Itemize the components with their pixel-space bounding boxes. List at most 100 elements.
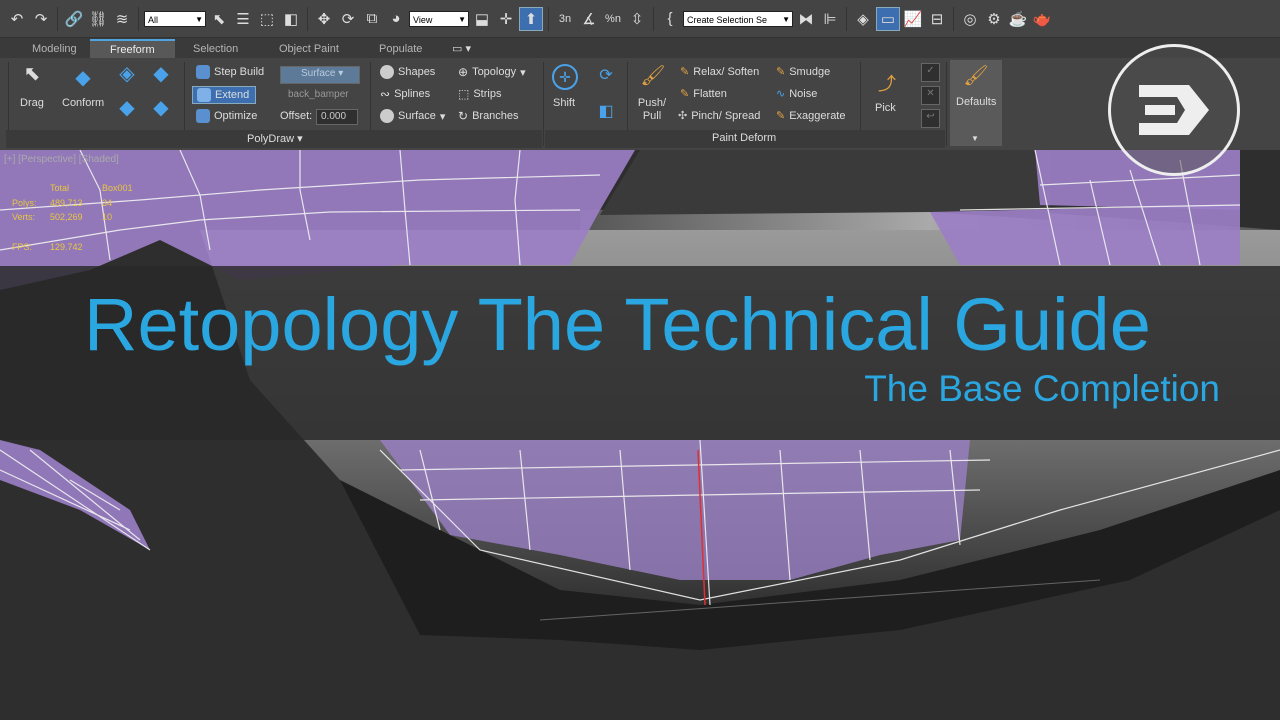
tab-modeling[interactable]: Modeling: [32, 40, 77, 58]
undo-icon[interactable]: ↶: [6, 8, 28, 30]
pinch-spread-button[interactable]: ✣ Pinch/ Spread: [678, 109, 760, 123]
window-crossing-icon[interactable]: ◧: [280, 8, 302, 30]
surface-button[interactable]: Surface ▾: [380, 109, 445, 123]
percent-snap-icon[interactable]: %n: [602, 8, 624, 30]
noise-button[interactable]: ∿ Noise: [776, 87, 817, 101]
stats-fps-value: 129.742: [50, 242, 83, 252]
video-subtitle: The Base Completion: [864, 368, 1220, 409]
curve-editor-icon[interactable]: 📈: [902, 8, 924, 30]
rendered-frame-icon[interactable]: ☕: [1007, 8, 1029, 30]
move-icon[interactable]: ✥: [313, 8, 335, 30]
align-icon[interactable]: ⊫: [819, 8, 841, 30]
shift-icon[interactable]: ✛: [552, 64, 578, 90]
schematic-view-icon[interactable]: ⊟: [926, 8, 948, 30]
drag-button[interactable]: Drag: [20, 97, 44, 109]
shapes-button[interactable]: Shapes: [380, 65, 435, 79]
link-icon[interactable]: 🔗: [63, 8, 85, 30]
surface-dropdown[interactable]: Surface ▾: [280, 66, 360, 84]
bind-spacewarp-icon[interactable]: ≋: [111, 8, 133, 30]
select-object-icon[interactable]: ⬉: [208, 8, 230, 30]
push-pull-button[interactable]: Push/ Pull: [637, 97, 667, 123]
panel-divider: [543, 62, 544, 146]
mirror-icon[interactable]: ⧓: [795, 8, 817, 30]
shift-button[interactable]: Shift: [553, 97, 575, 109]
relax-soften-button[interactable]: ✎ Relax/ Soften: [680, 65, 759, 79]
conform-brush-icon[interactable]: ◈: [114, 62, 140, 85]
conform-button[interactable]: Conform: [62, 97, 104, 109]
stats-polys-label: Polys:: [12, 198, 37, 208]
splines-button[interactable]: ∾ Splines: [380, 87, 430, 101]
push-pull-icon[interactable]: 🖌: [640, 64, 666, 87]
branches-button[interactable]: ↻ Branches: [458, 109, 519, 123]
splines-icon: ∾: [380, 87, 391, 101]
ribbon-options-icon[interactable]: ▭ ▾: [452, 40, 471, 58]
pivot-center-icon[interactable]: ⬓: [471, 8, 493, 30]
revert-icon[interactable]: ↩: [921, 109, 940, 128]
viewport-label[interactable]: [+] [Perspective] [Shaded]: [4, 154, 119, 165]
place-icon[interactable]: ◕: [385, 8, 407, 30]
pick-icon[interactable]: ⤴: [874, 72, 900, 94]
stats-verts-object: 10: [102, 212, 113, 222]
snaps-toggle-icon[interactable]: 3n: [554, 8, 576, 30]
defaults-button[interactable]: Defaults: [956, 96, 996, 108]
unlink-icon[interactable]: ⛓: [87, 8, 109, 30]
exaggerate-brush-icon: ✎: [776, 110, 786, 122]
conform-move-icon[interactable]: ◆: [148, 62, 174, 85]
edit-named-selection-icon[interactable]: {: [659, 8, 681, 30]
surface-icon: [380, 109, 394, 123]
stats-verts-label: Verts:: [12, 212, 36, 222]
render-setup-icon[interactable]: ⚙: [983, 8, 1005, 30]
paint-deform-group-title: Paint Deform: [712, 132, 777, 144]
rotate-icon[interactable]: ⟳: [337, 8, 359, 30]
defaults-dropdown-icon[interactable]: ▼: [971, 134, 979, 143]
manipulate-icon[interactable]: ✛: [495, 8, 517, 30]
stats-polys-total: 489,713: [50, 198, 83, 208]
polydraw-group-title[interactable]: PolyDraw ▾: [247, 132, 303, 145]
tab-object-paint[interactable]: Object Paint: [279, 40, 339, 58]
angle-snap-icon[interactable]: ∡: [578, 8, 600, 30]
accept-icon[interactable]: ✓: [921, 63, 940, 82]
flatten-brush-icon: ✎: [680, 88, 690, 100]
pick-button[interactable]: Pick: [875, 102, 896, 114]
shift-rotate-icon[interactable]: ⟳: [593, 64, 619, 86]
cancel-icon[interactable]: ✕: [921, 86, 940, 105]
scale-icon[interactable]: ⧉: [361, 8, 383, 30]
extend-button[interactable]: Extend: [192, 86, 257, 104]
drag-icon[interactable]: ⬉: [19, 62, 45, 85]
smudge-brush-icon: ✎: [776, 66, 786, 78]
smudge-button[interactable]: ✎ Smudge: [776, 65, 830, 79]
tab-selection[interactable]: Selection: [193, 40, 238, 58]
spinner-snap-icon[interactable]: ⇳: [626, 8, 648, 30]
tab-populate[interactable]: Populate: [379, 40, 422, 58]
selection-filter-dropdown[interactable]: All: [144, 10, 206, 28]
layer-explorer-icon[interactable]: ◈: [852, 8, 874, 30]
relax-brush-icon: ✎: [680, 66, 690, 78]
select-by-name-icon[interactable]: ☰: [232, 8, 254, 30]
toolbar-separator: [953, 6, 954, 31]
shift-scale-icon[interactable]: ◧: [593, 100, 619, 122]
step-build-button[interactable]: Step Build: [196, 65, 264, 79]
keyboard-shortcut-override-icon[interactable]: ⬆: [519, 6, 543, 31]
toolbar-separator: [307, 6, 308, 31]
topology-icon: ⊕: [458, 65, 469, 79]
defaults-brush-icon[interactable]: 🖌: [963, 64, 989, 87]
conform-view-icon[interactable]: ◆: [148, 96, 174, 119]
conform-relax-icon[interactable]: ◆: [114, 96, 140, 119]
flatten-button[interactable]: ✎ Flatten: [680, 87, 727, 101]
named-selection-dropdown[interactable]: Create Selection Se: [683, 10, 793, 28]
strips-button[interactable]: ⬚ Strips: [458, 87, 501, 101]
toggle-ribbon-icon[interactable]: ▭: [876, 6, 900, 31]
redo-icon[interactable]: ↷: [30, 8, 52, 30]
tab-freeform[interactable]: Freeform: [90, 39, 175, 59]
offset-field[interactable]: 0.000: [316, 109, 358, 125]
optimize-button[interactable]: Optimize: [196, 109, 257, 123]
material-editor-icon[interactable]: ◎: [959, 8, 981, 30]
conform-icon[interactable]: ◆: [70, 66, 96, 89]
reference-coord-dropdown[interactable]: View: [409, 10, 469, 28]
exaggerate-button[interactable]: ✎ Exaggerate: [776, 109, 845, 123]
rect-selection-icon[interactable]: ⬚: [256, 8, 278, 30]
topology-button[interactable]: ⊕ Topology ▾: [458, 65, 526, 79]
video-title: Retopology The Technical Guide: [84, 283, 1151, 366]
stats-verts-total: 502,269: [50, 212, 83, 222]
render-production-icon[interactable]: 🫖: [1031, 8, 1053, 30]
